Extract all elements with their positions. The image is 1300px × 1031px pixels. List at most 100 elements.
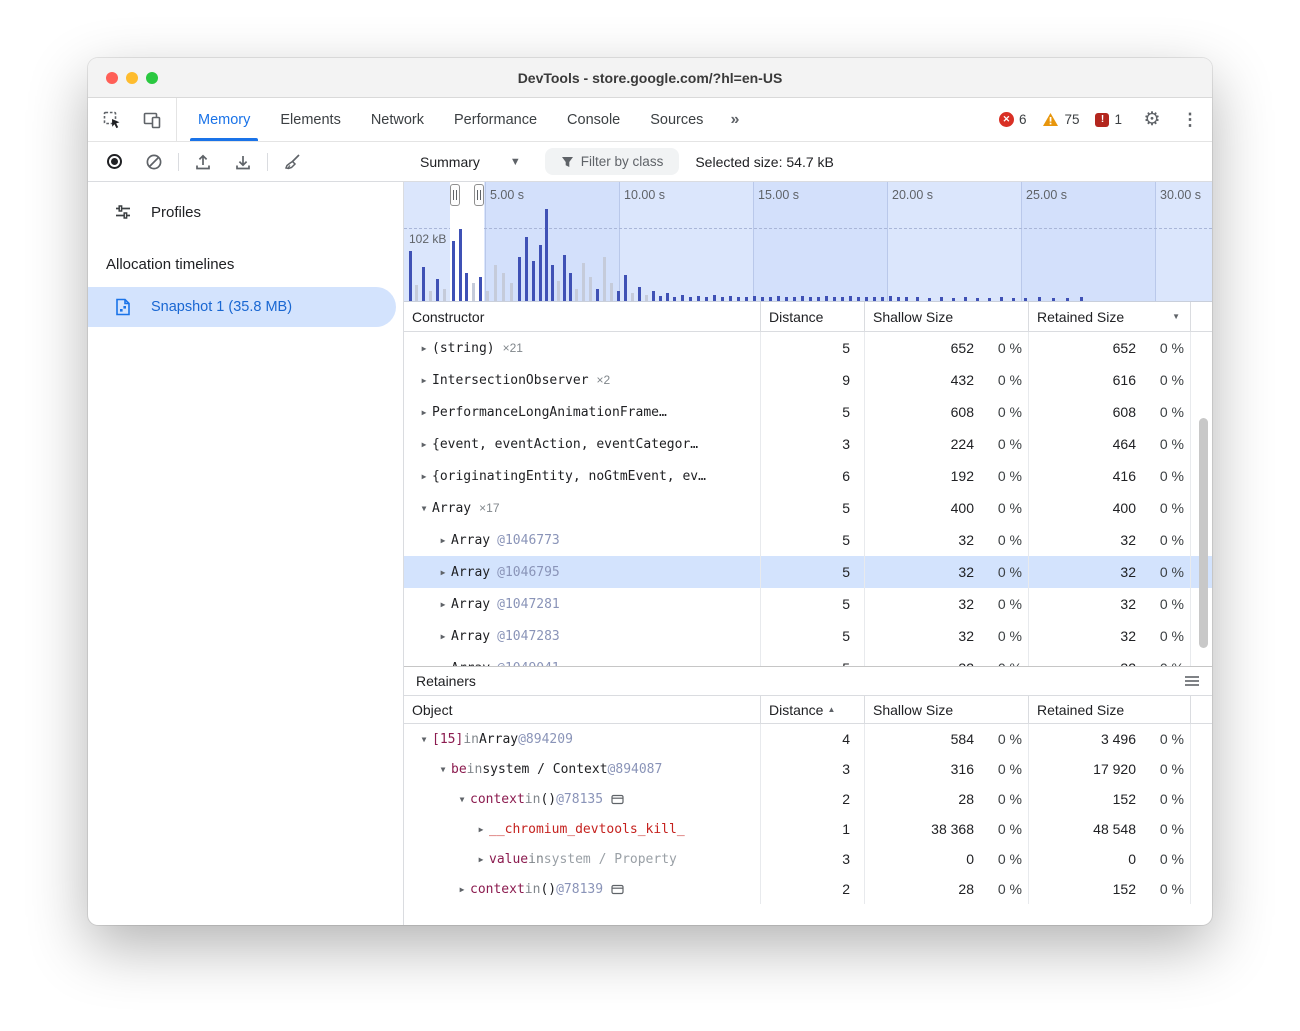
load-profile-button[interactable] — [183, 145, 223, 179]
table-row[interactable]: ▶Array@10467955320 %320 % — [404, 556, 1212, 588]
table-row[interactable]: ▶{event, eventAction, eventCategor…32240… — [404, 428, 1212, 460]
constructor-cell: ▶Array@1047281 — [404, 588, 761, 620]
snapshot-label: Snapshot 1 (35.8 MB) — [151, 299, 292, 315]
allocation-bar — [610, 283, 613, 301]
issues-badge[interactable]: ! 1 — [1089, 112, 1128, 127]
more-tabs-button[interactable]: » — [718, 98, 751, 141]
expand-arrow-icon[interactable]: ▶ — [416, 344, 432, 353]
collapse-arrow-icon[interactable]: ▼ — [454, 795, 470, 804]
selection-handle-left[interactable] — [450, 184, 460, 206]
table-row[interactable]: ▼Array×1754000 %4000 % — [404, 492, 1212, 524]
object-part-obj: () — [540, 792, 556, 807]
timeline-gridline — [1155, 182, 1156, 301]
table-row[interactable]: ▼context in () @781352280 %1520 % — [404, 784, 1212, 814]
main-menu-button[interactable]: ⋮ — [1176, 103, 1204, 137]
table-row[interactable]: ▶Array@10472835320 %320 % — [404, 620, 1212, 652]
table-row[interactable]: ▶IntersectionObserver×294320 %6160 % — [404, 364, 1212, 396]
allocation-bar — [415, 285, 418, 301]
table-row[interactable]: ▶value in system / Property300 %00 % — [404, 844, 1212, 874]
collapse-arrow-icon[interactable]: ▼ — [416, 735, 432, 744]
column-header-retained-size[interactable]: Retained Size ▼ — [1029, 302, 1191, 331]
class-filter-input[interactable]: Filter by class — [545, 148, 680, 175]
column-header-object[interactable]: Object — [404, 696, 761, 723]
expand-arrow-icon[interactable]: ▶ — [435, 536, 451, 545]
error-icon: ✕ — [999, 112, 1014, 127]
table-row[interactable]: ▼[15] in Array @89420945840 %3 4960 % — [404, 724, 1212, 754]
table-row[interactable]: ▶Array@10467735320 %320 % — [404, 524, 1212, 556]
frame-location-icon[interactable] — [611, 884, 624, 895]
retainers-menu-button[interactable] — [1184, 675, 1200, 687]
inspect-element-button[interactable] — [92, 103, 132, 137]
tab-performance[interactable]: Performance — [439, 98, 552, 141]
expand-arrow-icon[interactable]: ▶ — [416, 440, 432, 449]
collapse-arrow-icon[interactable]: ▼ — [416, 504, 432, 513]
retained-size-value: 17 920 — [1029, 761, 1136, 777]
retained-size-percent: 0 % — [1136, 372, 1184, 388]
column-header-constructor[interactable]: Constructor — [404, 302, 761, 331]
table-row[interactable]: ▶{originatingEntity, noGtmEvent, ev…6192… — [404, 460, 1212, 492]
allocation-bar — [486, 291, 489, 301]
expand-arrow-icon[interactable]: ▶ — [435, 664, 451, 667]
table-row[interactable]: ▶PerformanceLongAnimationFrame…56080 %60… — [404, 396, 1212, 428]
sidebar-item-snapshot-1[interactable]: Snapshot 1 (35.8 MB) — [88, 287, 396, 327]
column-header-retained-size[interactable]: Retained Size — [1029, 696, 1191, 723]
tab-network[interactable]: Network — [356, 98, 439, 141]
tune-icon — [113, 202, 133, 222]
tab-console[interactable]: Console — [552, 98, 635, 141]
expand-arrow-icon[interactable]: ▶ — [454, 885, 470, 894]
shallow-size-percent: 0 % — [974, 372, 1022, 388]
table-row[interactable]: ▶__chromium_devtools_kill_138 3680 %48 5… — [404, 814, 1212, 844]
object-id: @1046773 — [497, 533, 560, 548]
constructor-cell: ▼Array×17 — [404, 492, 761, 524]
close-window-button[interactable] — [106, 72, 118, 84]
toggle-device-toolbar-button[interactable] — [132, 103, 172, 137]
allocation-bar — [569, 273, 572, 301]
expand-arrow-icon[interactable]: ▶ — [435, 600, 451, 609]
object-part-prop: context — [470, 882, 525, 897]
settings-button[interactable]: ⚙ — [1132, 103, 1172, 137]
timeline-gridline — [753, 182, 754, 301]
collapse-arrow-icon[interactable]: ▼ — [435, 765, 451, 774]
allocation-bar — [964, 297, 967, 301]
tab-sources[interactable]: Sources — [635, 98, 718, 141]
minimize-window-button[interactable] — [126, 72, 138, 84]
table-row[interactable]: ▶(string)×2156520 %6520 % — [404, 332, 1212, 364]
expand-arrow-icon[interactable]: ▶ — [416, 472, 432, 481]
frame-location-icon[interactable] — [611, 794, 624, 805]
expand-arrow-icon[interactable]: ▶ — [473, 825, 489, 834]
record-heap-button[interactable] — [94, 145, 134, 179]
constructor-table-header: Constructor Distance Shallow Size Retain… — [404, 302, 1212, 332]
table-row[interactable]: ▶Array@10490415320 %320 % — [404, 652, 1212, 666]
collect-garbage-button[interactable] — [272, 145, 312, 179]
timeline-gridline — [485, 182, 486, 301]
expand-arrow-icon[interactable]: ▶ — [435, 568, 451, 577]
object-cell: ▶context in () @78139 — [404, 874, 761, 904]
instance-count: ×17 — [479, 501, 499, 515]
save-profile-button[interactable] — [223, 145, 263, 179]
column-header-distance[interactable]: Distance ▲ — [761, 696, 865, 723]
clear-profiles-button[interactable] — [134, 145, 174, 179]
allocation-timeline-chart[interactable]: 102 kB 5.00 s10.00 s15.00 s20.00 s25.00 … — [404, 182, 1212, 302]
zoom-window-button[interactable] — [146, 72, 158, 84]
expand-arrow-icon[interactable]: ▶ — [416, 408, 432, 417]
column-header-shallow-size[interactable]: Shallow Size — [865, 696, 1029, 723]
vertical-scrollbar-thumb[interactable] — [1199, 418, 1208, 648]
table-row[interactable]: ▼be in system / Context @89408733160 %17… — [404, 754, 1212, 784]
expand-arrow-icon[interactable]: ▶ — [473, 855, 489, 864]
tab-elements[interactable]: Elements — [265, 98, 355, 141]
tab-memory[interactable]: Memory — [183, 98, 265, 141]
errors-badge[interactable]: ✕ 6 — [993, 112, 1033, 127]
filter-icon — [561, 156, 574, 168]
table-row[interactable]: ▶Array@10472815320 %320 % — [404, 588, 1212, 620]
column-header-shallow-size[interactable]: Shallow Size — [865, 302, 1029, 331]
expand-arrow-icon[interactable]: ▶ — [435, 632, 451, 641]
warnings-badge[interactable]: 75 — [1036, 112, 1085, 127]
profile-view-select[interactable]: Summary ▼ — [406, 148, 535, 176]
instance-count: ×21 — [503, 341, 523, 355]
expand-arrow-icon[interactable]: ▶ — [416, 376, 432, 385]
selection-handle-right[interactable] — [474, 184, 484, 206]
column-header-distance[interactable]: Distance — [761, 302, 865, 331]
retained-size-percent: 0 % — [1136, 404, 1184, 420]
table-row[interactable]: ▶context in () @781392280 %1520 % — [404, 874, 1212, 904]
object-part-prop: be — [451, 762, 467, 777]
